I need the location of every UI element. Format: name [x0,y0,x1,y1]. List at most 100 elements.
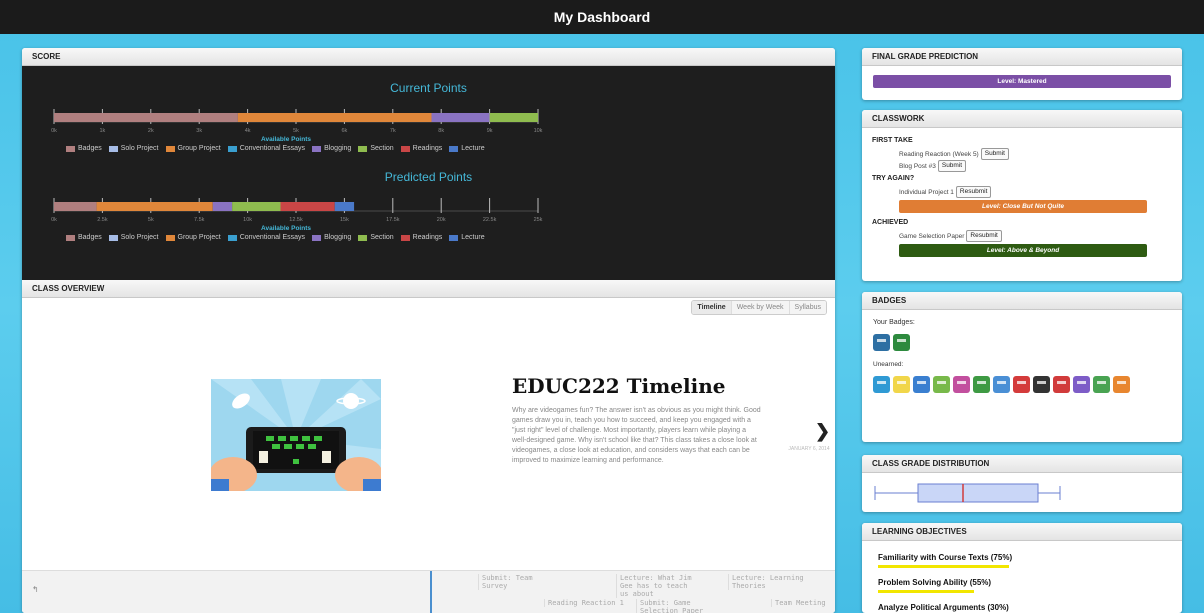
unearned-badge-icon[interactable] [1093,376,1110,393]
legend-item[interactable]: Conventional Essays [227,145,305,152]
timeline-event[interactable]: Reading Reaction 1 [544,599,634,607]
legend-swatch [358,145,368,152]
unearned-badge-icon[interactable] [873,376,890,393]
unearned-badge-icon[interactable] [1113,376,1130,393]
back-arrow-icon[interactable]: ↰ [32,585,39,594]
bar-segment-blogging[interactable] [431,113,490,122]
unearned-badge-icon[interactable] [1013,376,1030,393]
unearned-badge-icon[interactable] [913,376,930,393]
legend-item[interactable]: Readings [400,145,442,152]
legend-item[interactable]: Solo Project [108,145,159,152]
unearned-badges [873,376,1163,393]
legend-item[interactable]: Badges [66,145,102,152]
tab-week-by-week[interactable]: Week by Week [730,301,789,314]
legend-item[interactable]: Conventional Essays [227,234,305,241]
submit-button[interactable]: Submit [937,160,967,172]
tab-syllabus[interactable]: Syllabus [788,301,826,314]
bar-segment-group-project[interactable] [96,202,213,211]
axis-title: Available Points [261,136,311,143]
resubmit-button[interactable]: Resubmit [966,230,1002,242]
legend-item[interactable]: Lecture [449,234,485,241]
timeline-event[interactable]: Team Meeting [771,599,833,607]
tick-label: 2.5k [97,217,108,223]
tick-label: 0k [51,128,57,134]
earned-badge-icon[interactable] [873,334,890,351]
current-points-legend: Badges Solo Project Group Project Conventio… [66,145,485,152]
bar-segment-group-project[interactable] [237,113,432,122]
legend-label: Section [370,145,394,152]
try-again-level: Level: Close But Not Quite [899,200,1147,213]
legend-item[interactable]: Blogging [312,145,351,152]
your-badges-label: Your Badges: [873,319,915,326]
legend-item[interactable]: Section [358,234,394,241]
legend-item[interactable]: Solo Project [108,234,159,241]
legend-label: Blogging [324,234,352,241]
unearned-badge-icon[interactable] [993,376,1010,393]
earned-badge-icon[interactable] [893,334,910,351]
bar-segment-section[interactable] [489,113,538,122]
unearned-badge-icon[interactable] [1033,376,1050,393]
legend-item[interactable]: Blogging [312,234,351,241]
unearned-badge-icon[interactable] [953,376,970,393]
classwork-panel: CLASSWORK FIRST TAKE Reading Reaction (W… [862,110,1182,281]
bar-segment-readings[interactable] [280,202,335,211]
tick-label: 7k [390,128,396,134]
tick-label: 25k [534,217,543,223]
first-take-heading: FIRST TAKE [872,137,913,144]
bar-segment-section[interactable] [232,202,281,211]
legend-swatch [400,234,410,241]
legend-item[interactable]: Readings [400,234,443,241]
bar-segment-badges[interactable] [54,113,238,122]
tick-label: 22.5k [483,217,497,223]
legend-item[interactable]: Badges [66,234,102,241]
tab-timeline[interactable]: Timeline [692,301,731,314]
bar-segment-badges[interactable] [54,202,97,211]
unearned-badge-icon[interactable] [973,376,990,393]
unearned-badge-icon[interactable] [1053,376,1070,393]
resubmit-button[interactable]: Resubmit [955,186,992,198]
try-again-heading: TRY AGAIN? [872,175,915,182]
classwork-item-label: Individual Project 1 [899,188,954,196]
timeline-event[interactable]: Submit: Game Selection Paper [636,599,726,613]
achieved-heading: ACHIEVED [872,219,909,226]
legend-swatch [227,234,237,241]
final-grade-title: FINAL GRADE PREDICTION [862,48,1182,66]
unearned-badge-icon[interactable] [1073,376,1090,393]
score-panel-title: SCORE [22,48,835,66]
unearned-badge-icon[interactable] [933,376,950,393]
timeline-strip[interactable]: ↰ Submit: Team Survey Lecture: What Jim … [22,570,835,613]
timeline-marker [430,571,432,613]
objective-item: Problem Solving Ability (55%) [862,578,1182,593]
legend-item[interactable]: Group Project [165,234,221,241]
classwork-item: Individual Project 1 Resubmit [899,186,1182,198]
tick-label: 20k [437,217,446,223]
legend-label: Solo Project [120,145,159,152]
bar-segment-lecture[interactable] [334,202,355,211]
chevron-right-icon[interactable]: ❯ [815,421,830,442]
tick-label: 1k [99,128,105,134]
legend-item[interactable]: Section [358,145,394,152]
timeline-event[interactable]: Lecture: What Jim Gee has to teach us ab… [616,574,696,598]
tick-label: 2k [148,128,154,134]
legend-label: Readings [412,234,443,241]
grade-distribution-boxplot [874,483,1061,503]
timeline-illustration [211,379,381,491]
submit-button[interactable]: Submit [980,148,1009,160]
timeline-description: Why are videogames fun? The answer isn't… [512,407,761,464]
legend-item[interactable]: Lecture [449,145,485,152]
timeline-event[interactable]: Submit: Team Survey [478,574,548,590]
unearned-label: Unearned: [873,361,904,368]
bar-segment-blogging[interactable] [212,202,233,211]
badges-panel: BADGES Your Badges: Unearned: [862,292,1182,442]
unearned-badge-icon[interactable] [893,376,910,393]
legend-swatch [400,145,410,152]
legend-label: Badges [78,234,102,241]
learning-objectives-title: LEARNING OBJECTIVES [862,523,1182,541]
timeline-event[interactable]: Lecture: Learning Theories [728,574,812,590]
legend-item[interactable]: Group Project [165,145,221,152]
tick-label: 9k [487,128,493,134]
page-title: My Dashboard [553,9,651,25]
objective-progress-bar [878,565,1010,568]
objective-item: Familiarity with Course Texts (75%) [862,553,1182,568]
tick-label: 17.5k [386,217,400,223]
